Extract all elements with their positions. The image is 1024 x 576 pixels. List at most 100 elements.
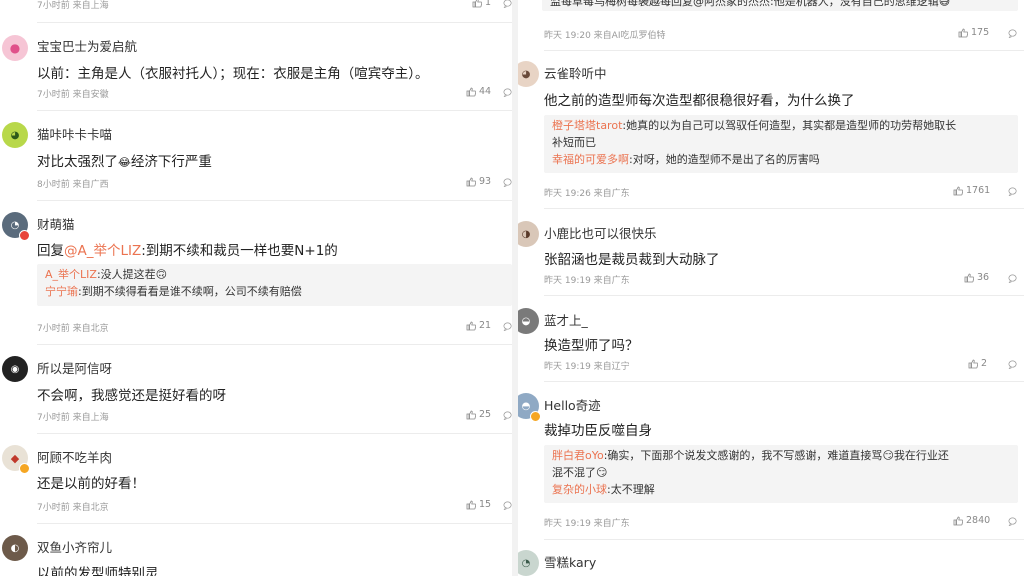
like-button[interactable]: 2 (968, 358, 987, 369)
avatar[interactable]: ◔ (518, 550, 539, 576)
comment-column-right: 监每草莓乌梅树每袭越每回复@阿杰家的杰杰:他是机器人，没有自己的思维逻辑😅 昨天… (518, 0, 1024, 576)
avatar[interactable]: ◉ (2, 356, 28, 382)
comment-username[interactable]: 财萌猫 (37, 214, 75, 233)
emoji-icon: 🙃 (155, 268, 168, 281)
avatar[interactable]: ● (2, 35, 28, 61)
like-button[interactable]: 36 (964, 272, 989, 283)
comment-username[interactable]: Hello奇迹 (544, 395, 601, 414)
thumb-up-icon (472, 0, 482, 7)
comment-icon[interactable] (1008, 360, 1017, 369)
like-button[interactable]: 2840 (953, 515, 990, 526)
comment-username[interactable]: 云雀聆听中 (544, 63, 607, 82)
comment-text: 他之前的造型师每次造型都很稳很好看，为什么换了 (544, 93, 855, 109)
like-count: 93 (479, 176, 492, 187)
comment-icon[interactable] (503, 0, 512, 8)
thumb-up-icon (466, 321, 476, 330)
thumb-up-icon (466, 177, 476, 186)
comment-meta: 昨天 19:26 来自广东 (544, 189, 630, 199)
like-button[interactable]: 1 (472, 0, 491, 8)
thumb-up-icon (958, 28, 968, 37)
avatar[interactable]: ◕ (2, 122, 28, 148)
reply-username[interactable]: 复杂的小球 (552, 483, 607, 496)
comment-icon[interactable] (503, 88, 512, 97)
like-button[interactable]: 21 (466, 320, 491, 331)
comment-text: 回复@A_举个LIZ:到期不续和裁员一样也要N+1的 (37, 243, 338, 259)
avatar[interactable]: ◐ (2, 535, 28, 561)
comment-divider (37, 110, 512, 111)
comment-icon[interactable] (503, 501, 512, 510)
reply-line: 混不混了😏 (552, 466, 608, 479)
like-button[interactable]: 15 (466, 499, 491, 510)
comment-meta: 7小时前 来自北京 (37, 503, 109, 513)
thumb-up-icon (964, 273, 974, 282)
mention-link[interactable]: @A_举个LIZ (64, 243, 141, 259)
comment-text: 张韶涵也是裁员裁到大动脉了 (544, 252, 720, 268)
avatar[interactable]: ◕ (518, 61, 539, 87)
avatar[interactable]: ◒ (518, 308, 539, 334)
comment-meta: 7小时前 来自上海 (37, 1, 109, 11)
reply-preview[interactable]: 胖白君oYo:确实，下面那个说发文感谢的，我不写感谢，难道直接骂😏我在行业还 混… (544, 445, 1018, 503)
reply-preview[interactable]: 监每草莓乌梅树每袭越每回复@阿杰家的杰杰:他是机器人，没有自己的思维逻辑😅 (542, 0, 1018, 11)
comment-username[interactable]: 蓝才上_ (544, 310, 588, 329)
comment-text: 不会啊，我感觉还是挺好看的呀 (37, 388, 226, 404)
verified-badge-icon (19, 463, 30, 474)
comment-text: 对比太强烈了😂经济下行严重 (37, 154, 212, 170)
comment-meta: 8小时前 来自广西 (37, 180, 109, 190)
comment-username[interactable]: 猫咔咔卡卡喵 (37, 124, 112, 143)
comment-icon[interactable] (1008, 517, 1017, 526)
comment-meta: 7小时前 来自上海 (37, 413, 109, 423)
comment-divider (37, 200, 512, 201)
emoji-icon: 😏 (596, 466, 608, 479)
like-count: 36 (977, 272, 990, 283)
comment-icon[interactable] (1008, 274, 1017, 283)
comment-username[interactable]: 双鱼小齐帘儿 (37, 537, 112, 556)
like-button[interactable]: 25 (466, 409, 491, 420)
comment-text: 裁掉功臣反噬自身 (544, 423, 652, 439)
like-count: 1 (485, 0, 492, 8)
comment-meta: 昨天 19:19 来自辽宁 (544, 362, 630, 372)
comment-divider (37, 433, 512, 434)
reply-line: 橙子塔塔tarot:她真的以为自己可以驾驭任何造型，其实都是造型师的功劳帮她取长 (552, 119, 957, 132)
thumb-up-icon (953, 516, 963, 525)
comment-divider (37, 344, 512, 345)
comment-icon[interactable] (503, 411, 512, 420)
comment-column-left: 7小时前 来自上海 1 ● 宝宝巴士为爱启航 以前：主角是人（衣服衬托人）；现在… (0, 0, 512, 576)
reply-username[interactable]: 胖白君oYo (552, 449, 604, 462)
comment-icon[interactable] (503, 322, 512, 331)
comment-username[interactable]: 雪糕kary (544, 552, 596, 571)
comment-icon[interactable] (503, 178, 512, 187)
laugh-emoji-icon: 😂 (118, 156, 131, 169)
comment-meta: 昨天 19:20 来自AI吃瓜罗伯特 (544, 31, 666, 41)
thumb-up-icon (466, 87, 476, 96)
reply-username[interactable]: A_举个LIZ (45, 268, 97, 281)
reply-preview[interactable]: 橙子塔塔tarot:她真的以为自己可以驾驭任何造型，其实都是造型师的功劳帮她取长… (544, 115, 1018, 173)
comment-divider (544, 50, 1024, 51)
reply-preview[interactable]: A_举个LIZ:没人提这茬🙃 宁宁瑜:到期不续得看看是谁不续啊，公司不续有赔偿 (37, 264, 512, 306)
like-count: 15 (479, 499, 492, 510)
like-count: 25 (479, 409, 492, 420)
reply-username[interactable]: 宁宁瑜 (45, 285, 78, 298)
comment-icon[interactable] (1008, 187, 1017, 196)
reply-line: 胖白君oYo:确实，下面那个说发文感谢的，我不写感谢，难道直接骂😏我在行业还 (552, 449, 949, 462)
comment-text: 换造型师了吗？ (544, 338, 639, 354)
like-button[interactable]: 1761 (953, 185, 990, 196)
reply-line: 宁宁瑜:到期不续得看看是谁不续啊，公司不续有赔偿 (45, 285, 302, 298)
like-count: 21 (479, 320, 492, 331)
reply-username[interactable]: 橙子塔塔tarot (552, 119, 622, 132)
reply-username[interactable]: 幸福的可爱多啊 (552, 153, 629, 166)
comment-divider (544, 295, 1024, 296)
comment-icon[interactable] (1008, 29, 1017, 38)
comment-username[interactable]: 小鹿比也可以很快乐 (544, 223, 657, 242)
verified-badge-icon (19, 230, 30, 241)
comment-username[interactable]: 阿顾不吃羊肉 (37, 447, 112, 466)
like-button[interactable]: 175 (958, 27, 989, 38)
comment-username[interactable]: 宝宝巴士为爱启航 (37, 36, 137, 55)
like-count: 2840 (966, 515, 991, 526)
like-count: 1761 (966, 185, 991, 196)
like-button[interactable]: 44 (466, 86, 491, 97)
avatar[interactable]: ◑ (518, 221, 539, 247)
comment-username[interactable]: 所以是阿信呀 (37, 358, 112, 377)
comment-text: 以前的发型师特别灵 (37, 566, 159, 576)
like-button[interactable]: 93 (466, 176, 491, 187)
comment-meta: 昨天 19:19 来自广东 (544, 519, 630, 529)
